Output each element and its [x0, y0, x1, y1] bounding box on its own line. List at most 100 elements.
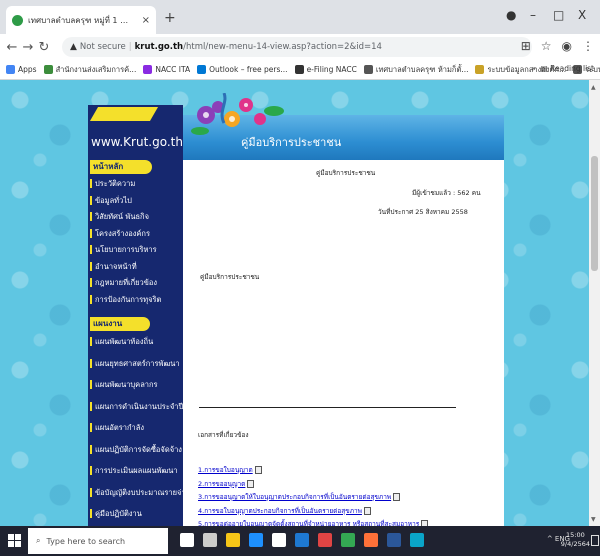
sidebar-item[interactable]: แผนการดำเนินงานประจำปี [95, 401, 183, 413]
bookmark-item[interactable]: e-Filing NACC [294, 65, 357, 74]
sidebar-section-heading: หน้าหลัก [90, 160, 152, 174]
back-arrow-icon[interactable]: ← [4, 40, 20, 55]
attachment-link-text: 4.การขอใบอนุญาตประกอบกิจการที่เป็นอันตรา… [198, 506, 362, 515]
sidebar-bullet [90, 509, 92, 518]
file-explorer-icon[interactable] [226, 533, 240, 547]
sidebar-item[interactable]: การป้องกันการทุจริต [95, 294, 161, 306]
document-icon[interactable] [393, 493, 401, 501]
flower-decoration [191, 93, 284, 135]
document-icon[interactable] [254, 466, 262, 474]
sidebar-item[interactable]: การประเมินผลแผนพัฒนา [95, 465, 178, 477]
close-window-button[interactable]: X [578, 8, 586, 22]
translate-icon[interactable]: ⊞ [521, 39, 531, 53]
taskbar-search[interactable]: ⌕ Type here to search [28, 528, 168, 554]
sidebar-item[interactable]: โครงสร้างองค์กร [95, 228, 150, 240]
sidebar-bullet [90, 195, 92, 205]
attachment-link[interactable]: 3.การขออนุญาตให้ใบอนุญาตประกอบกิจการที่เ… [198, 492, 401, 502]
photos-icon[interactable] [410, 533, 424, 547]
sidebar-section-heading: แผนงาน [90, 317, 150, 331]
announce-date: วันที่ประกาศ 25 สิงหาคม 2558 [378, 208, 468, 216]
site-brand-block: www.Krut.go.th [88, 105, 183, 160]
url-path: /html/new-menu-14-view.asp?action=2&id=1… [183, 42, 382, 52]
vertical-scrollbar[interactable]: ▲ ▼ [589, 80, 600, 526]
site-brand[interactable]: www.Krut.go.th [91, 135, 183, 149]
document-icon[interactable] [363, 506, 371, 515]
bookmark-star-icon[interactable]: ☆ [541, 39, 552, 53]
edge-icon[interactable] [249, 533, 263, 547]
bookmark-item[interactable]: เทศบาลตำบลครุฑ ห้ามก็ตั้... [363, 64, 469, 76]
maps-icon[interactable] [318, 533, 332, 547]
bookmark-favicon-icon [197, 65, 207, 74]
scroll-thumb[interactable] [591, 156, 598, 271]
maximize-button[interactable]: □ [553, 8, 564, 22]
forward-arrow-icon[interactable]: → [20, 40, 36, 55]
visitor-count: มีผู้เข้าชมแล้ว : 562 คน [412, 189, 481, 197]
attachment-link[interactable]: 5.การขอต่ออายุใบอนุญาตจัดตั้งสถานที่จำหน… [198, 519, 429, 526]
sidebar-item[interactable]: กฎหมายที่เกี่ยวข้อง [95, 277, 157, 289]
bookmark-item[interactable]: NACC ITA [143, 65, 190, 74]
sidebar-bullet [90, 380, 92, 389]
bookmark-item[interactable]: สำนักงานส่งเสริมการค้... [43, 64, 136, 76]
bookmark-item[interactable]: Apps [6, 65, 37, 74]
warning-icon: ▲ [70, 42, 77, 52]
bookmark-item[interactable]: Outlook – free pers... [197, 65, 288, 74]
search-icon: ⌕ [36, 536, 41, 545]
browser-tab[interactable]: เทศบาลตำบลครุฑ หมู่ที่ 1 ตำบลครุฑ อ. × [6, 6, 156, 34]
scroll-down-icon[interactable]: ▼ [591, 516, 596, 523]
bookmarks-bar: Apps สำนักงานส่งเสริมการค้... NACC ITA Outl… [0, 60, 600, 80]
sidebar-item[interactable]: แผนปฏิบัติการจัดซื้อจัดจ้าง [95, 444, 182, 456]
windows-start-icon[interactable] [8, 534, 21, 547]
sidebar-item[interactable]: แผนพัฒนาท้องถิ่น [95, 336, 153, 348]
bookmark-label: Outlook – free pers... [209, 65, 288, 74]
mail-icon[interactable] [295, 533, 309, 547]
sidebar-bullet [90, 245, 92, 254]
sidebar-item[interactable]: แผนพัฒนาบุคลากร [95, 379, 158, 391]
minimize-button[interactable]: – [530, 8, 536, 22]
clock[interactable]: 15:00 9/4/2564 [561, 531, 590, 549]
sidebar-bullet [90, 261, 92, 271]
sidebar-item[interactable]: อำนาจหน้าที่ [95, 261, 137, 273]
reading-list-button[interactable]: » ▤ Reading list [531, 64, 594, 73]
divider [199, 407, 456, 408]
bookmark-label: NACC ITA [155, 65, 191, 74]
sidebar-item[interactable]: วิสัยทัศน์ พันธกิจ [95, 211, 149, 223]
new-tab-button[interactable]: + [164, 11, 176, 25]
scroll-up-icon[interactable]: ▲ [591, 84, 596, 91]
document-icon[interactable] [247, 479, 255, 488]
word-icon[interactable] [387, 533, 401, 547]
sidebar-item[interactable]: ข้อมูลทั่วไป [95, 195, 132, 207]
address-bar[interactable]: ▲ Not secure | krut.go.th /html/new-menu… [62, 37, 532, 57]
attachment-link[interactable]: 1.การขอใบอนุญาต [198, 465, 262, 475]
attachment-link[interactable]: 4.การขอใบอนุญาตประกอบกิจการที่เป็นอันตรา… [198, 506, 371, 516]
sidebar-item[interactable]: ข้อบัญญัติงบประมาณรายจ่าย [95, 487, 190, 499]
url-host: krut.go.th [134, 42, 184, 52]
bookmark-label: เทศบาลตำบลครุฑ ห้ามก็ตั้... [375, 64, 469, 74]
store-icon[interactable] [272, 533, 286, 547]
profile-circle-icon[interactable]: ● [506, 8, 516, 22]
clock-date: 9/4/2564 [560, 540, 590, 548]
profile-avatar-icon[interactable]: ◉ [562, 39, 572, 53]
sidebar-item[interactable]: แผนยุทธศาสตร์การพัฒนา [95, 358, 180, 370]
bookmark-favicon-icon [363, 65, 373, 74]
sidebar-item[interactable]: แผนอัตรากำลัง [95, 422, 144, 434]
chrome-icon[interactable] [341, 533, 355, 547]
sidebar-bullet [90, 228, 92, 238]
sidebar-bullet [90, 466, 92, 475]
reload-icon[interactable]: ↻ [36, 40, 52, 55]
notifications-icon[interactable] [591, 535, 599, 546]
menu-dots-icon[interactable]: ⋮ [582, 39, 594, 53]
cortana-icon[interactable] [180, 533, 194, 547]
firefox-icon[interactable] [364, 533, 378, 547]
sidebar-item[interactable]: คู่มือปฏิบัติงาน [95, 508, 142, 520]
sidebar-item[interactable]: ประวัติความ [95, 178, 135, 190]
sidebar-bullet [90, 444, 92, 454]
body-title: คู่มือบริการประชาชน [200, 273, 260, 281]
bookmark-label: Apps [18, 65, 37, 74]
close-tab-icon[interactable]: × [142, 15, 150, 26]
sidebar-menu: หน้าหลักประวัติความข้อมูลทั่วไปวิสัยทัศน… [88, 160, 190, 526]
search-placeholder: Type here to search [46, 536, 126, 546]
attachment-link-text: 1.การขอใบอนุญาต [198, 466, 253, 474]
attachment-link[interactable]: 2.การขออนุญาต [198, 479, 255, 489]
sidebar-item[interactable]: นโยบายการบริหาร [95, 244, 157, 256]
task-view-icon[interactable] [203, 533, 217, 547]
